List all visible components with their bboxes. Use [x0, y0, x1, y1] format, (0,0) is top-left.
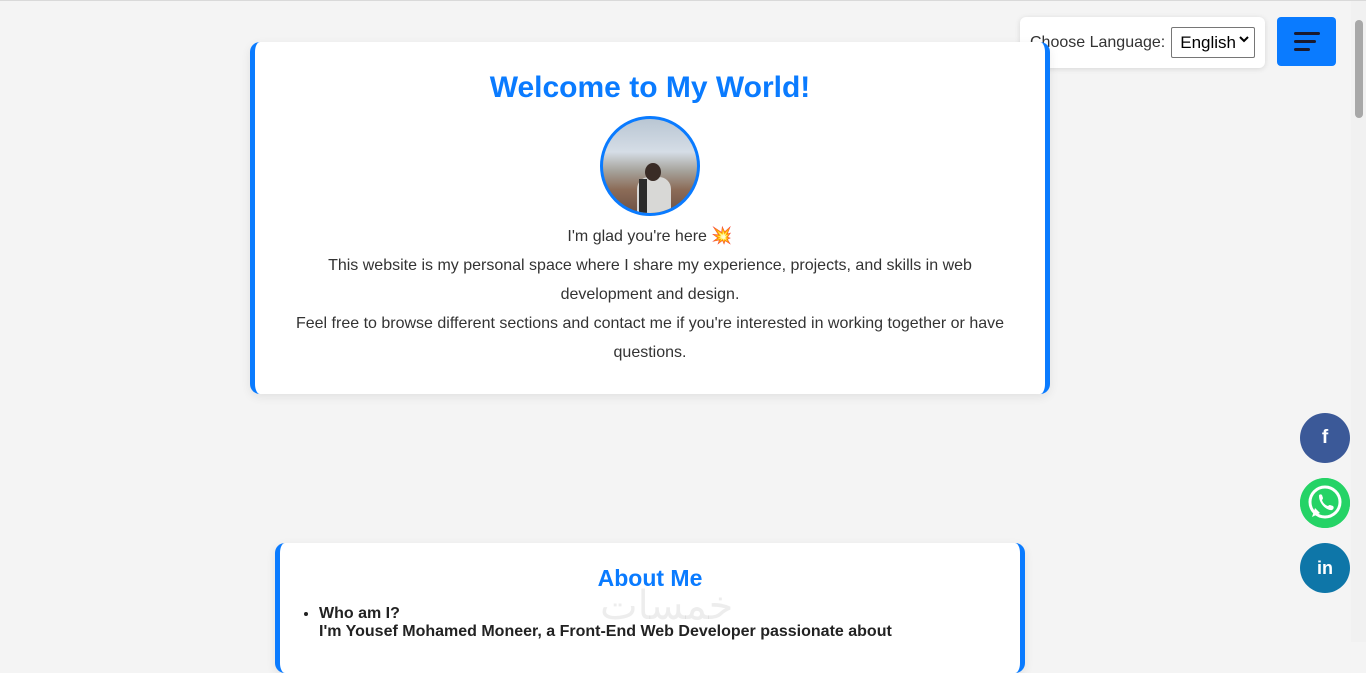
watermark: خمسات [600, 583, 734, 629]
about-list: Who am I? I'm Yousef Mohamed Moneer, a F… [297, 605, 892, 641]
language-label: Choose Language: [1030, 33, 1166, 51]
language-select[interactable]: English [1171, 27, 1256, 58]
facebook-button[interactable]: f [1300, 413, 1350, 463]
language-selector-box: Choose Language: English [1020, 17, 1265, 68]
welcome-line-1: I'm glad you're here 💥 [285, 221, 1015, 251]
about-item-heading: Who am I? [319, 605, 400, 622]
chevron-down-icon [1238, 33, 1250, 48]
welcome-line-3: Feel free to browse different sections a… [295, 315, 1005, 361]
welcome-card: Welcome to My World! I'm glad you're her… [250, 42, 1050, 394]
profile-avatar [600, 116, 700, 216]
linkedin-button[interactable]: in [1300, 543, 1350, 593]
linkedin-icon: in [1317, 557, 1333, 578]
hamburger-icon-bar [1294, 40, 1316, 43]
avatar-scarf [639, 179, 647, 213]
hamburger-icon-bar [1294, 48, 1310, 51]
facebook-icon: f [1321, 427, 1329, 448]
language-selected-value: English [1180, 32, 1236, 52]
welcome-greeting: I'm glad you're here [567, 228, 707, 245]
whatsapp-button[interactable] [1300, 478, 1350, 528]
scrollbar[interactable] [1351, 1, 1366, 642]
welcome-line-2: This website is my personal space where … [328, 257, 972, 303]
top-divider [0, 0, 1366, 1]
scrollbar-thumb[interactable] [1355, 20, 1363, 118]
hamburger-icon [1294, 32, 1320, 35]
sparkle-icon: 💥 [711, 226, 733, 245]
menu-button[interactable] [1277, 17, 1336, 66]
welcome-title: Welcome to My World! [489, 71, 811, 104]
whatsapp-icon [1300, 478, 1350, 528]
welcome-text: I'm glad you're here 💥 This website is m… [285, 221, 1015, 367]
avatar-person-head [645, 163, 661, 181]
